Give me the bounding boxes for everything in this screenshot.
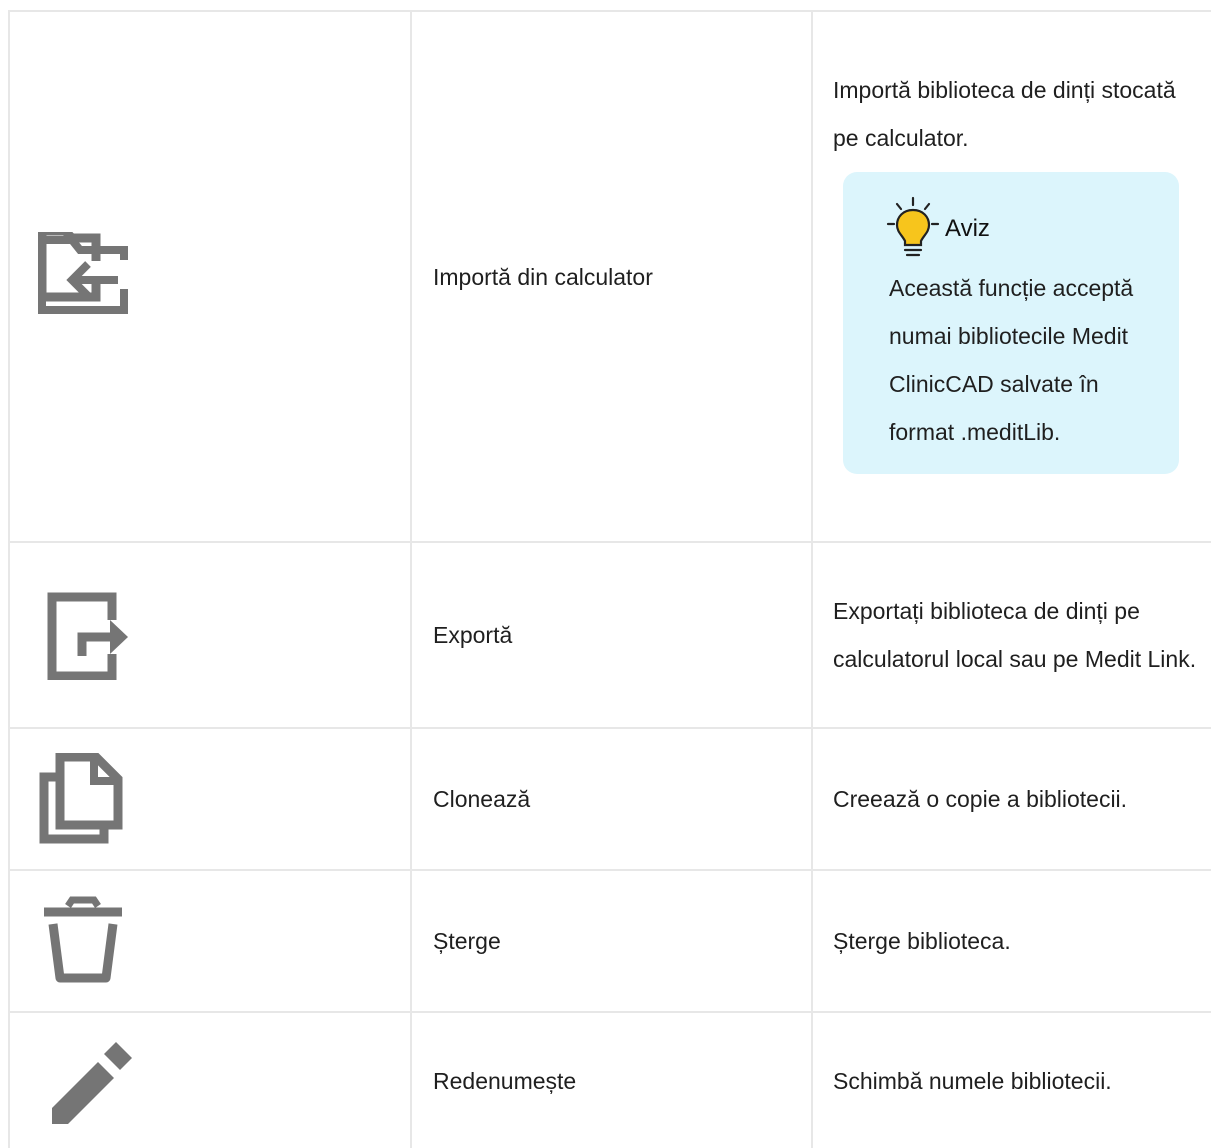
library-functions-table: Importă din calculator Importă bibliotec… bbox=[8, 10, 1211, 1148]
table-row: Importă din calculator Importă bibliotec… bbox=[8, 10, 1211, 543]
table-row: Exportă Exportați biblioteca de dinți pe… bbox=[8, 541, 1211, 729]
function-name: Clonează bbox=[410, 727, 813, 871]
function-name: Exportă bbox=[410, 541, 813, 729]
function-description: Șterge biblioteca. bbox=[811, 869, 1211, 1013]
icon-cell bbox=[8, 727, 412, 871]
icon-cell bbox=[8, 869, 412, 1013]
pencil-icon bbox=[38, 1036, 410, 1126]
lightbulb-icon bbox=[883, 196, 943, 262]
function-description: Schimbă numele bibliotecii. bbox=[811, 1011, 1211, 1148]
function-description-cell: Importă biblioteca de dinți stocată pe c… bbox=[811, 10, 1211, 543]
export-icon bbox=[38, 590, 410, 680]
trash-icon bbox=[38, 896, 410, 986]
table-row: Șterge Șterge biblioteca. bbox=[8, 869, 1211, 1013]
table-row: Clonează Creează o copie a bibliotecii. bbox=[8, 727, 1211, 871]
function-description: Importă biblioteca de dinți stocată pe c… bbox=[833, 76, 1176, 151]
icon-cell bbox=[8, 10, 412, 543]
table-row: Redenumește Schimbă numele bibliotecii. bbox=[8, 1011, 1211, 1148]
clone-icon bbox=[38, 753, 410, 845]
icon-cell bbox=[8, 541, 412, 729]
notice-header: Aviz bbox=[883, 196, 1159, 262]
function-description: Creează o copie a bibliotecii. bbox=[811, 727, 1211, 871]
function-name: Importă din calculator bbox=[410, 10, 813, 543]
icon-cell bbox=[8, 1011, 412, 1148]
folder-import-icon bbox=[38, 231, 410, 322]
notice-body: Această funcție acceptă numai biblioteci… bbox=[889, 274, 1134, 445]
notice-box: Aviz Această funcție acceptă numai bibli… bbox=[843, 171, 1179, 474]
notice-title: Aviz bbox=[945, 214, 990, 242]
function-name: Redenumește bbox=[410, 1011, 813, 1148]
function-description: Exportați biblioteca de dinți pe calcula… bbox=[811, 541, 1211, 729]
function-name: Șterge bbox=[410, 869, 813, 1013]
